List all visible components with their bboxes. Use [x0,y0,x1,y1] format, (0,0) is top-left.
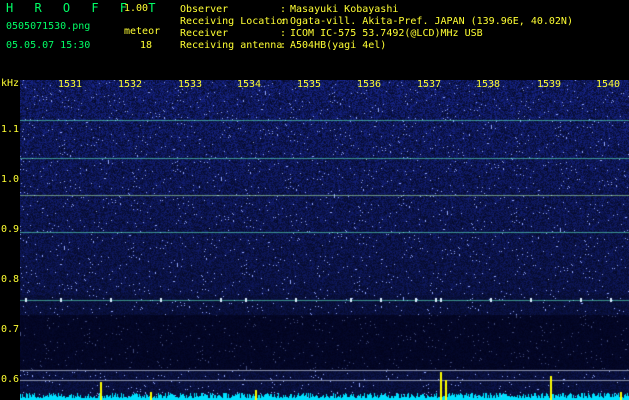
header-panel: H R O F F T 1.00 0505071530.png 05.05.07… [0,0,629,78]
receiver-colon: : [280,28,287,39]
date-time: 05.05.07 15:30 [6,40,91,51]
meteor-count: 18 [140,40,153,51]
time-tick: 1532 [118,79,143,90]
time-tick: 1535 [297,79,322,90]
app-version: 1.00 [124,3,149,14]
time-tick: 1537 [417,79,442,90]
freq-tick: 0.6 [1,374,20,385]
time-tick: 1533 [178,79,203,90]
time-tick: 1531 [58,79,83,90]
file-name: 0505071530.png [6,21,91,32]
observer-value: Masayuki Kobayashi [290,4,399,15]
freq-tick: 1.0 [1,174,20,185]
antenna-colon: : [280,40,287,51]
freq-tick: 0.8 [1,274,20,285]
time-tick: 1539 [537,79,562,90]
time-tick: 1536 [357,79,382,90]
observer-colon: : [280,4,287,15]
location-label: Receiving Location [180,16,289,27]
receiver-label: Receiver [180,28,229,39]
receiver-value: ICOM IC-575 53.7492(@LCD)MHz USB [290,28,483,39]
time-tick: 1538 [476,79,501,90]
freq-tick: 0.7 [1,324,20,335]
unit-label: kHz [1,78,20,89]
time-axis: 1531 1532 1533 1534 1535 1536 1537 1538 … [0,79,629,92]
time-tick: 1534 [237,79,262,90]
observer-label: Observer [180,4,229,15]
time-tick: 1540 [596,79,621,90]
antenna-label: Receiving antenna [180,40,283,51]
meteor-label: meteor [124,26,161,37]
location-colon: : [280,16,287,27]
frequency-axis: kHz 1.1 1.0 0.9 0.8 0.7 0.6 [0,78,20,400]
spectrogram [20,80,629,400]
freq-tick: 1.1 [1,124,20,135]
antenna-value: A504HB(yagi 4el) [290,40,387,51]
freq-tick: 0.9 [1,224,20,235]
location-value: Ogata-vill. Akita-Pref. JAPAN (139.96E, … [290,16,573,27]
